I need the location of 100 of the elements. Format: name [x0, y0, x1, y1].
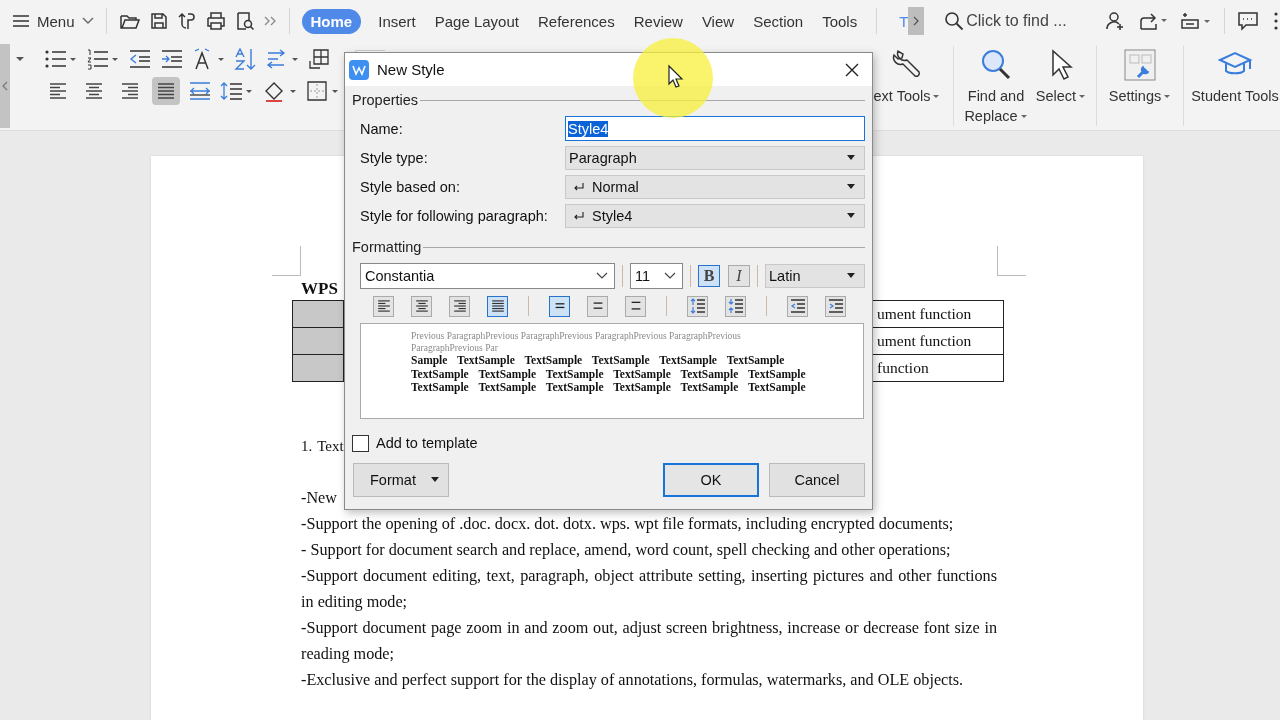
convert-icon[interactable] [176, 11, 197, 31]
review-icon[interactable] [1180, 10, 1213, 32]
section-label: Formatting [352, 239, 422, 255]
print-icon[interactable] [204, 11, 227, 31]
paragraph: -New [301, 488, 338, 509]
align-button[interactable] [449, 295, 470, 317]
find-field[interactable]: Click to find ... [944, 11, 1085, 31]
bullet-list-icon[interactable] [44, 48, 78, 70]
sample-text: Sample TextSample TextSample TextSample TextSample TextSample [411, 354, 786, 368]
font-size-combobox[interactable]: 11 [630, 263, 683, 289]
font-combobox[interactable]: Constantia [360, 263, 615, 289]
paragraph: -Support document page zoom in and zoom out, adjust screen brightness, increase or decrease font size in reading mode; [301, 618, 997, 665]
align-button[interactable] [411, 295, 432, 317]
menu-button[interactable]: Menu [12, 12, 94, 30]
align-icon [47, 80, 69, 102]
dialog-button[interactable]: OK [663, 463, 759, 497]
collapse-handle[interactable] [0, 44, 10, 128]
save-icon[interactable] [148, 11, 169, 31]
italic-button[interactable]: I [728, 265, 750, 287]
bold-button[interactable]: B [698, 265, 720, 287]
chevron-down-icon [596, 272, 608, 280]
dropdown-arrow-icon [846, 155, 856, 161]
indent-icon [789, 298, 806, 314]
line-spacing-icon[interactable] [220, 80, 254, 102]
table-cell-text: ument function [876, 304, 973, 324]
paragraph: -Support document editing, text, paragraph, object attribute setting, inserting pictures and other functions in editing mode; [301, 566, 997, 613]
align-icon [83, 80, 105, 102]
numbered-list-icon[interactable] [86, 48, 120, 70]
settings-icon [1123, 48, 1157, 82]
align-button[interactable] [373, 295, 394, 317]
dropdown[interactable]: Style4 [565, 204, 865, 228]
list-number: 1. [301, 437, 313, 456]
ribbon-tool-button[interactable]: Select [1032, 42, 1090, 106]
margin-mark [272, 246, 301, 276]
borders-icon[interactable] [306, 80, 340, 102]
format-menu-button[interactable]: Format [353, 463, 449, 497]
menu-tab[interactable]: Tools [815, 8, 865, 34]
ribbon-tool-button[interactable]: Settings [1103, 42, 1177, 106]
text-direction-icon[interactable] [192, 47, 226, 71]
align-button[interactable] [487, 295, 508, 317]
share-icon[interactable] [1138, 10, 1169, 32]
menu-tab[interactable]: Insert [371, 8, 423, 34]
align-icon [489, 298, 506, 314]
field-label: Name: [360, 120, 404, 137]
dialog-button[interactable]: Cancel [769, 463, 865, 497]
checkbox[interactable] [352, 434, 369, 452]
ribbon-tool-button[interactable]: Student Tools [1190, 42, 1280, 106]
menu-tab[interactable]: Page Layout [427, 8, 526, 34]
field-label: Style based on: [360, 179, 461, 195]
section-label: Properties [352, 92, 419, 108]
menu-tab[interactable]: Section [746, 8, 811, 34]
list-item-text: Text [317, 437, 344, 456]
checkbox-label: Add to template [376, 435, 478, 451]
ribbon-tool-button[interactable]: Find and Replace [960, 42, 1032, 126]
more-chevrons-icon[interactable] [262, 15, 277, 27]
convert-text-icon[interactable] [266, 48, 300, 70]
close-icon[interactable] [844, 61, 860, 78]
chevron-down-icon [81, 17, 94, 25]
increase-indent-button[interactable] [825, 295, 846, 317]
increase-indent-icon[interactable] [160, 48, 184, 70]
menu-tab[interactable]: References [531, 8, 622, 34]
decrease-spacing-button[interactable] [725, 295, 746, 317]
decrease-indent-button[interactable] [787, 295, 808, 317]
comment-icon[interactable] [1237, 11, 1260, 31]
dropdown-arrow-icon [846, 273, 856, 279]
search-icon [979, 48, 1013, 82]
spacing-icon [689, 298, 706, 314]
paragraph: -Exclusive and perfect support for the display of annotations, formulas, watermarks, and OLE objects. [301, 670, 965, 691]
app-logo-icon [349, 59, 369, 80]
previous-paragraph-text: Previous ParagraphPrevious ParagraphPrevious ParagraphPrevious ParagraphPrevious ParagraphPrevious Par [411, 330, 742, 354]
align-icon [155, 80, 177, 102]
chevron-down-icon [664, 272, 676, 280]
dropdown[interactable]: Paragraph [565, 146, 865, 170]
sort-icon[interactable] [234, 47, 258, 71]
caret-icon[interactable] [14, 55, 26, 63]
more-options-icon[interactable] [1273, 11, 1280, 31]
menu-icon [12, 14, 30, 28]
table-icon[interactable] [308, 48, 330, 70]
line-spacing-button[interactable] [549, 295, 570, 317]
line-spacing-button[interactable] [625, 295, 646, 317]
paragraph: - Support for document search and replace, amend, word count, spell checking and other operations; [301, 540, 952, 561]
table-cell-text: ument function [876, 331, 973, 351]
scroll-right-button[interactable] [908, 7, 925, 35]
menu-tab[interactable]: View [694, 8, 742, 34]
align-icon [451, 298, 468, 314]
dropdown[interactable]: Normal [565, 175, 865, 199]
line-spacing-button[interactable] [587, 295, 608, 317]
decrease-indent-icon[interactable] [128, 48, 152, 70]
menu-tab[interactable]: Review [626, 8, 690, 34]
paragraph: -Support the opening of .doc. docx. dot. dotx. wps. wpt file formats, including encrypted documents; [301, 514, 955, 535]
increase-spacing-button[interactable] [687, 295, 708, 317]
print-preview-icon[interactable] [234, 11, 255, 31]
distribute-icon[interactable] [188, 80, 212, 102]
ribbon-tool-button[interactable]: ext Tools [867, 42, 947, 106]
align-icon [413, 298, 430, 314]
margin-mark [997, 246, 1026, 276]
script-dropdown[interactable]: Latin [765, 264, 865, 288]
name-field[interactable]: Style4 [565, 116, 865, 141]
align-button[interactable] [152, 77, 180, 105]
sample-text: TextSample TextSample TextSample TextSample TextSample TextSample [411, 381, 807, 395]
